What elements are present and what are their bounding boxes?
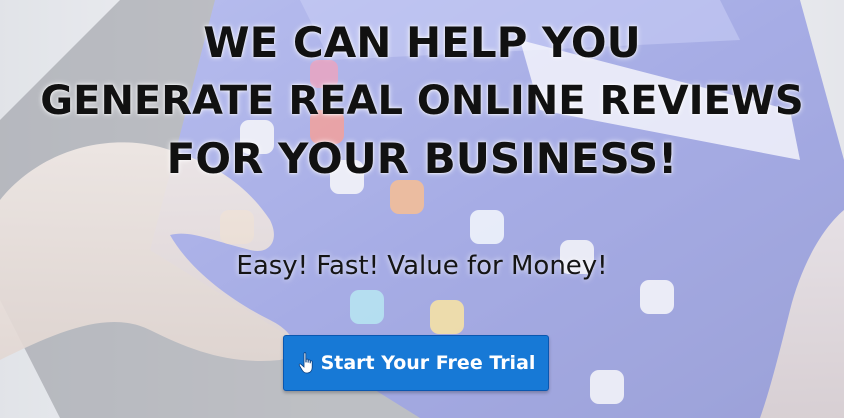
hero-section: WE CAN HELP YOU GENERATE REAL ONLINE REV…	[0, 0, 844, 418]
headline-line-1: WE CAN HELP YOU	[203, 18, 641, 67]
subheadline: Easy! Fast! Value for Money!	[236, 251, 608, 281]
headline-line-2: GENERATE REAL ONLINE REVIEWS	[40, 78, 804, 124]
start-free-trial-button[interactable]: Start Your Free Trial	[283, 335, 549, 391]
start-free-trial-label: Start Your Free Trial	[320, 352, 536, 374]
headline-line-3: FOR YOUR BUSINESS!	[166, 134, 678, 183]
hand-pointer-icon	[298, 352, 313, 374]
page-headline: WE CAN HELP YOU GENERATE REAL ONLINE REV…	[0, 14, 844, 188]
